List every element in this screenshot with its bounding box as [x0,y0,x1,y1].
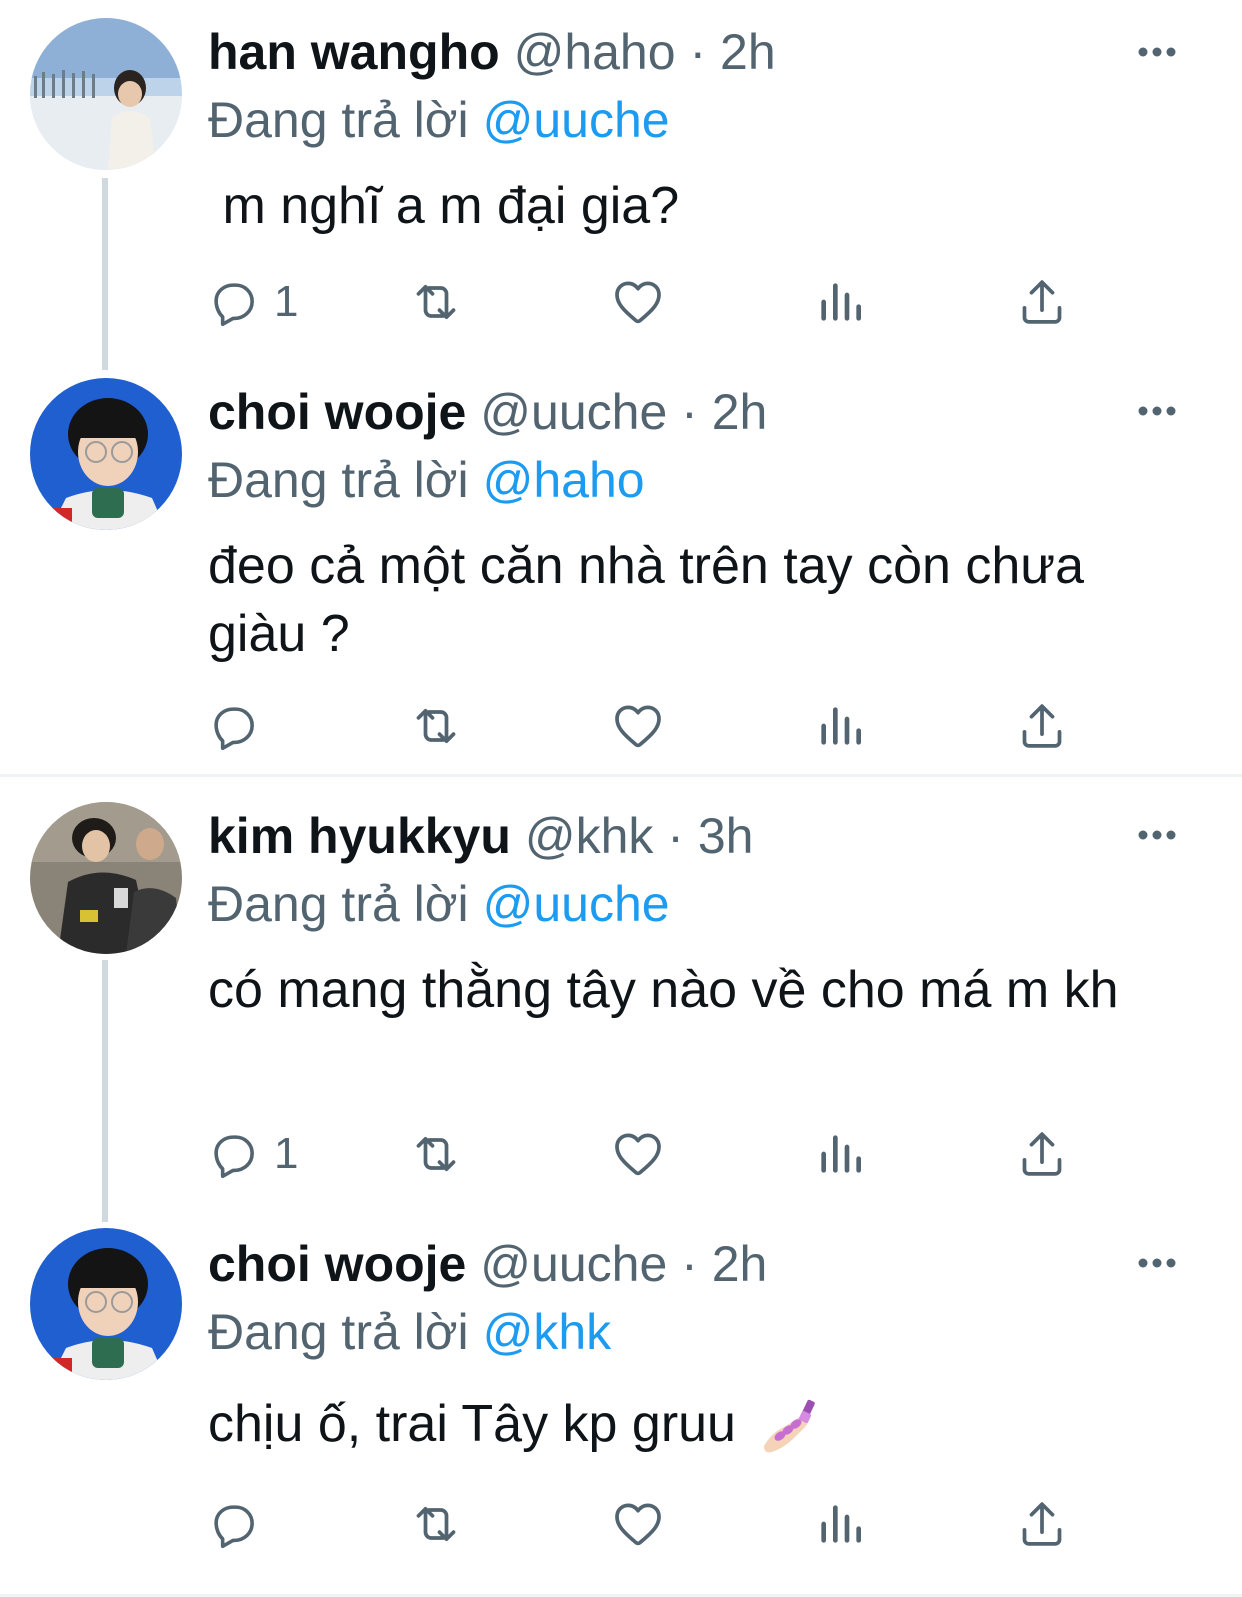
reply-icon [206,275,260,329]
mention-link[interactable]: @uuche [483,876,670,932]
views-icon [812,698,868,754]
timestamp[interactable]: 2h [712,1236,768,1292]
mention-link[interactable]: @khk [483,1304,612,1360]
tweet[interactable]: kim hyukkyu @khk · 3h Đang trả lời @uuch… [0,780,1242,1220]
tweet-header: kim hyukkyu @khk · 3h [208,806,753,866]
mention-link[interactable]: @haho [483,452,645,508]
avatar[interactable] [30,1228,182,1380]
tweet-text-row: chịu ố, trai Tây kp gruu [208,1390,1188,1458]
tweet[interactable]: han wangho @haho · 2h Đang trả lời @uuch… [0,0,1242,370]
more-icon[interactable] [1136,1256,1178,1270]
nail-polish-emoji [764,1400,816,1453]
reply-button[interactable] [206,1494,274,1554]
tweet[interactable]: choi wooje @uuche · 2h Đang trả lời @khk… [0,1222,1242,1597]
like-button[interactable] [610,696,666,756]
tweet-text: m nghĩ a m đại gia? [208,177,680,235]
reply-count: 1 [274,1129,299,1178]
separator: · [681,384,698,440]
like-icon [610,274,666,330]
retweet-icon [408,698,464,754]
timestamp[interactable]: 2h [712,384,768,440]
retweet-button[interactable] [408,1494,464,1554]
display-name[interactable]: choi wooje [208,1236,466,1292]
views-icon [812,1126,868,1182]
views-button[interactable] [812,1124,868,1184]
timestamp[interactable]: 3h [698,808,754,864]
tweet-text: chịu ố, trai Tây kp gruu [208,1395,736,1453]
tweet-text: có mang thằng tây nào về cho má m kh [208,961,1119,1019]
tweet-header: choi wooje @uuche · 2h [208,1234,767,1294]
reply-icon [206,699,260,753]
views-button[interactable] [812,696,868,756]
share-icon [1014,274,1070,330]
reply-prefix: Đang trả lời [208,1304,469,1360]
share-button[interactable] [1014,1494,1070,1554]
separator: · [667,808,684,864]
like-button[interactable] [610,1494,666,1554]
tweet-header: han wangho @haho · 2h [208,22,776,82]
like-icon [610,1496,666,1552]
views-button[interactable] [812,1494,868,1554]
handle[interactable]: @khk [525,808,654,864]
like-button[interactable] [610,1124,666,1184]
more-icon[interactable] [1136,45,1178,59]
reply-button[interactable] [206,696,274,756]
share-icon [1014,698,1070,754]
replying-to: Đang trả lời @uuche [208,90,670,150]
divider [0,774,1242,777]
reply-prefix: Đang trả lời [208,876,469,932]
replying-to: Đang trả lời @haho [208,450,645,510]
separator: · [689,24,707,80]
action-bar: 1 [0,272,1242,332]
replying-to: Đang trả lời @khk [208,1302,611,1362]
avatar[interactable] [30,18,182,170]
reply-button[interactable]: 1 [206,272,298,332]
reply-icon [206,1497,260,1551]
like-icon [610,1126,666,1182]
retweet-button[interactable] [408,272,464,332]
retweet-icon [408,1126,464,1182]
display-name[interactable]: choi wooje [208,384,466,440]
share-icon [1014,1126,1070,1182]
display-name[interactable]: han wangho [208,24,500,80]
avatar[interactable] [30,378,182,530]
tweet-text: đeo cả một căn nhà trên tay còn chưa già… [208,537,1085,663]
reply-count: 1 [274,277,299,326]
mention-link[interactable]: @uuche [483,92,670,148]
reply-prefix: Đang trả lời [208,452,469,508]
handle[interactable]: @haho [514,24,676,80]
more-icon[interactable] [1136,404,1178,418]
share-icon [1014,1496,1070,1552]
views-icon [812,1496,868,1552]
share-button[interactable] [1014,696,1070,756]
views-icon [812,274,868,330]
retweet-icon [408,1496,464,1552]
handle[interactable]: @uuche [480,384,667,440]
timestamp[interactable]: 2h [720,24,776,80]
handle[interactable]: @uuche [480,1236,667,1292]
avatar[interactable] [30,802,182,954]
retweet-icon [408,274,464,330]
separator: · [681,1236,698,1292]
views-button[interactable] [812,272,868,332]
reply-icon [206,1127,260,1181]
share-button[interactable] [1014,1124,1070,1184]
reply-prefix: Đang trả lời [208,92,469,148]
share-button[interactable] [1014,272,1070,332]
tweet[interactable]: choi wooje @uuche · 2h Đang trả lời @hah… [0,370,1242,775]
action-bar [0,1494,1242,1554]
retweet-button[interactable] [408,1124,464,1184]
action-bar [0,696,1242,756]
reply-button[interactable]: 1 [206,1124,298,1184]
tweet-header: choi wooje @uuche · 2h [208,382,767,442]
like-button[interactable] [610,272,666,332]
replying-to: Đang trả lời @uuche [208,874,670,934]
action-bar: 1 [0,1124,1242,1184]
more-icon[interactable] [1136,828,1178,842]
like-icon [610,698,666,754]
display-name[interactable]: kim hyukkyu [208,808,511,864]
retweet-button[interactable] [408,696,464,756]
